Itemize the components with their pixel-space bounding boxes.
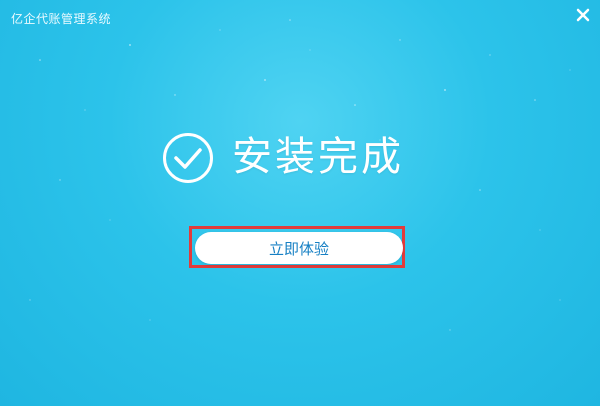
install-complete-text: 安装完成	[232, 134, 404, 180]
window-title: 亿企代账管理系统	[11, 12, 112, 26]
check-circle-icon	[163, 133, 213, 183]
close-button[interactable]	[574, 6, 592, 24]
close-icon	[576, 8, 590, 22]
installer-window: 亿企代账管理系统 安装完成 立即体验	[0, 0, 600, 406]
experience-now-button[interactable]: 立即体验	[195, 232, 403, 264]
install-complete-banner: 安装完成	[160, 128, 460, 188]
starfield-background	[29, 19, 571, 331]
